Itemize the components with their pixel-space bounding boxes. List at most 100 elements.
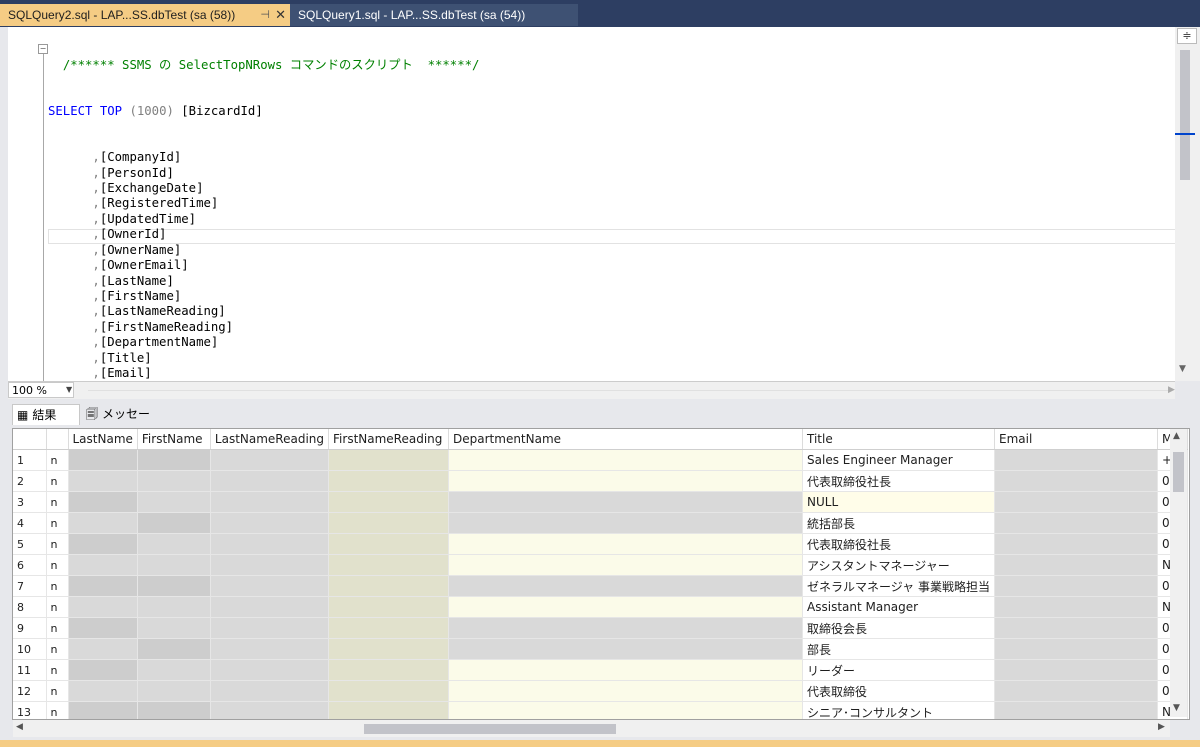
cell-lastname[interactable] (68, 596, 138, 618)
cell-lastname[interactable] (68, 659, 138, 681)
tab-messages[interactable]: 🗐メッセージ (82, 404, 166, 442)
cell-firstnamereading[interactable] (328, 449, 450, 471)
chevron-down-icon[interactable]: ▼ (66, 382, 72, 398)
column-header[interactable]: Email (994, 429, 1159, 450)
cell-lastname[interactable] (68, 617, 138, 639)
cell-title[interactable]: リーダー (802, 659, 996, 681)
cell-firstname[interactable] (137, 680, 211, 702)
row-number[interactable]: 4 (13, 512, 47, 534)
row-marker[interactable]: n (46, 470, 69, 492)
table-row[interactable]: 7 n ゼネラルマネージャ 事業戦略担当 0 (13, 575, 1189, 597)
cell-email[interactable] (994, 575, 1159, 597)
cell-lastnamereading[interactable] (210, 449, 330, 471)
grid-hscroll-thumb[interactable] (364, 724, 616, 734)
row-marker[interactable]: n (46, 596, 69, 618)
row-marker[interactable]: n (46, 701, 69, 719)
cell-lastnamereading[interactable] (210, 575, 330, 597)
cell-email[interactable] (994, 512, 1159, 534)
cell-firstnamereading[interactable] (328, 512, 450, 534)
table-row[interactable]: 13 n シニア･コンサルタント N (13, 701, 1189, 719)
cell-email[interactable] (994, 449, 1159, 471)
cell-firstname[interactable] (137, 470, 211, 492)
cell-email[interactable] (994, 638, 1159, 660)
cell-firstname[interactable] (137, 659, 211, 681)
cell-firstnamereading[interactable] (328, 470, 450, 492)
table-row[interactable]: 1 n Sales Engineer Manager + (13, 449, 1189, 471)
cell-firstname[interactable] (137, 491, 211, 513)
cell-email[interactable] (994, 659, 1159, 681)
row-marker[interactable]: n (46, 575, 69, 597)
scroll-up-icon[interactable]: ▲ (1173, 431, 1180, 441)
cell-title[interactable]: アシスタントマネージャー (802, 554, 996, 576)
row-number[interactable]: 9 (13, 617, 47, 639)
cell-firstname[interactable] (137, 638, 211, 660)
row-number[interactable]: 6 (13, 554, 47, 576)
cell-lastnamereading[interactable] (210, 659, 330, 681)
row-number[interactable]: 8 (13, 596, 47, 618)
cell-lastnamereading[interactable] (210, 554, 330, 576)
cell-lastnamereading[interactable] (210, 596, 330, 618)
cell-firstnamereading[interactable] (328, 638, 450, 660)
cell-lastname[interactable] (68, 680, 138, 702)
cell-email[interactable] (994, 533, 1159, 555)
cell-lastname[interactable] (68, 533, 138, 555)
column-header[interactable]: Title (802, 429, 996, 450)
cell-lastname[interactable] (68, 701, 138, 719)
editor-scroll-thumb[interactable] (1180, 50, 1190, 180)
row-number[interactable]: 10 (13, 638, 47, 660)
cell-lastname[interactable] (68, 491, 138, 513)
row-number[interactable]: 3 (13, 491, 47, 513)
cell-firstname[interactable] (137, 617, 211, 639)
cell-lastnamereading[interactable] (210, 533, 330, 555)
cell-firstname[interactable] (137, 512, 211, 534)
cell-email[interactable] (994, 470, 1159, 492)
row-number[interactable]: 2 (13, 470, 47, 492)
cell-firstnamereading[interactable] (328, 533, 450, 555)
cell-departmentname[interactable] (448, 491, 804, 513)
cell-title[interactable]: 代表取締役社長 (802, 533, 996, 555)
row-number[interactable]: 11 (13, 659, 47, 681)
cell-lastname[interactable] (68, 470, 138, 492)
cell-lastnamereading[interactable] (210, 512, 330, 534)
results-grid[interactable]: LastName FirstName LastNameReading First… (12, 428, 1190, 720)
cell-departmentname[interactable] (448, 470, 804, 492)
cell-departmentname[interactable] (448, 617, 804, 639)
cell-departmentname[interactable] (448, 575, 804, 597)
cell-firstname[interactable] (137, 701, 211, 719)
table-row[interactable]: 6 n アシスタントマネージャー N (13, 554, 1189, 576)
cell-email[interactable] (994, 596, 1159, 618)
cell-departmentname[interactable] (448, 554, 804, 576)
cell-title[interactable]: 取締役会長 (802, 617, 996, 639)
cell-firstnamereading[interactable] (328, 575, 450, 597)
table-row[interactable]: 9 n 取締役会長 0 (13, 617, 1189, 639)
row-number[interactable]: 7 (13, 575, 47, 597)
cell-firstname[interactable] (137, 449, 211, 471)
split-icon[interactable]: ≑ (1177, 28, 1197, 44)
tab-sqlquery1[interactable]: SQLQuery1.sql - LAP...SS.dbTest (sa (54)… (290, 4, 578, 26)
cell-departmentname[interactable] (448, 701, 804, 719)
cell-firstname[interactable] (137, 533, 211, 555)
column-header[interactable]: FirstName (137, 429, 211, 450)
cell-lastnamereading[interactable] (210, 701, 330, 719)
tab-sqlquery2[interactable]: SQLQuery2.sql - LAP...SS.dbTest (sa (58)… (0, 4, 290, 26)
row-marker[interactable]: n (46, 491, 69, 513)
code-area[interactable]: /****** SSMS の SelectTopNRows コマンドのスクリプト… (48, 27, 479, 381)
cell-title[interactable]: 部長 (802, 638, 996, 660)
table-row[interactable]: 12 n 代表取締役 0 (13, 680, 1189, 702)
cell-lastnamereading[interactable] (210, 491, 330, 513)
table-row[interactable]: 5 n 代表取締役社長 0 (13, 533, 1189, 555)
row-number[interactable]: 5 (13, 533, 47, 555)
cell-lastnamereading[interactable] (210, 680, 330, 702)
row-marker[interactable]: n (46, 638, 69, 660)
row-number[interactable]: 13 (13, 701, 47, 719)
cell-lastnamereading[interactable] (210, 638, 330, 660)
cell-lastnamereading[interactable] (210, 470, 330, 492)
scroll-down-icon[interactable]: ▼ (1173, 703, 1180, 713)
cell-departmentname[interactable] (448, 659, 804, 681)
column-header[interactable]: FirstNameReading (328, 429, 450, 450)
cell-lastnamereading[interactable] (210, 617, 330, 639)
cell-firstname[interactable] (137, 554, 211, 576)
zoom-select[interactable]: 100 % (8, 382, 74, 398)
query-editor[interactable]: − /****** SSMS の SelectTopNRows コマンドのスクリ… (8, 27, 1175, 381)
table-row[interactable]: 11 n リーダー 0 (13, 659, 1189, 681)
